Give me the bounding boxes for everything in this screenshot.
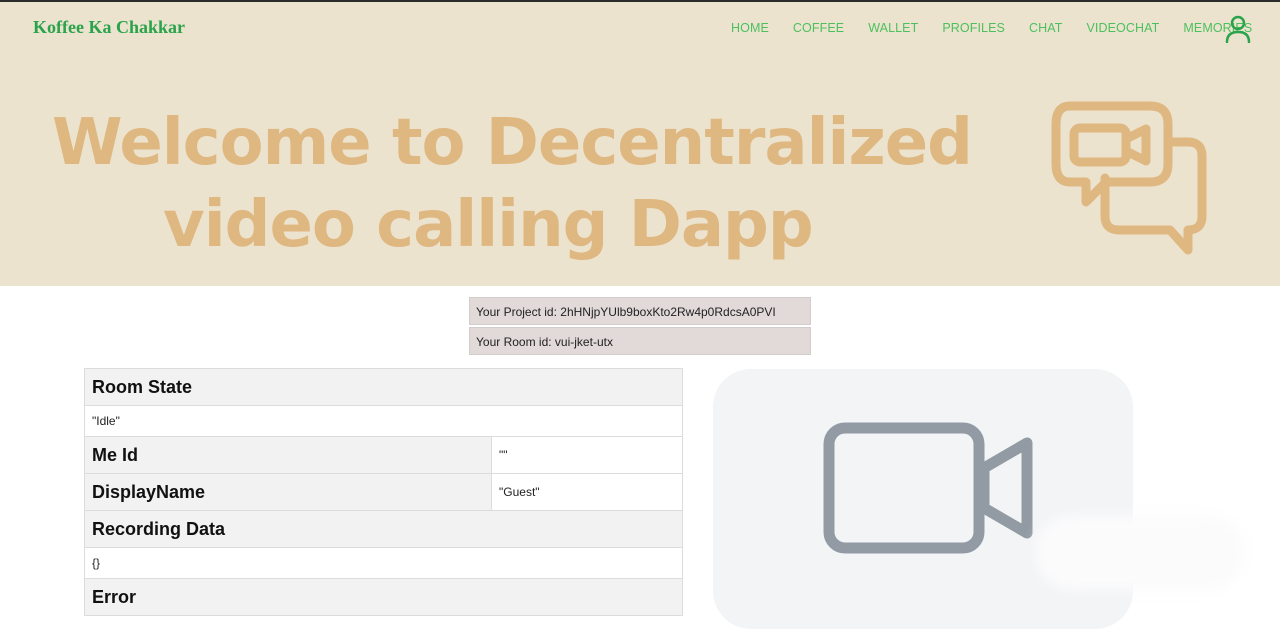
nav-home[interactable]: HOME <box>731 21 769 35</box>
nav-profiles[interactable]: PROFILES <box>942 21 1005 35</box>
display-name-value: "Guest" <box>491 473 683 511</box>
user-icon[interactable] <box>1225 15 1251 43</box>
video-chat-bubble-icon <box>1051 101 1207 255</box>
recording-data-value: {} <box>84 547 683 579</box>
hero-title: Welcome to Decentralized video calling D… <box>0 54 973 286</box>
error-label: Error <box>84 578 683 616</box>
navbar: Koffee Ka Chakkar HOME COFFEE WALLET PRO… <box>0 2 1280 54</box>
nav-wallet[interactable]: WALLET <box>868 21 918 35</box>
room-state-table: Room State "Idle" Me Id "" DisplayName "… <box>84 368 683 616</box>
room-state-value: "Idle" <box>84 405 683 437</box>
hero-title-line-1: Welcome to Decentralized <box>52 106 973 180</box>
video-camera-icon <box>823 422 1033 554</box>
me-id-value: "" <box>491 436 683 474</box>
room-state-label: Room State <box>84 368 683 406</box>
nav-videochat[interactable]: VIDEOCHAT <box>1086 21 1159 35</box>
video-preview[interactable] <box>713 369 1133 629</box>
nav-chat[interactable]: CHAT <box>1029 21 1063 35</box>
session-ids: Your Project id: 2hHNjpYUlb9boxKto2Rw4p0… <box>469 297 811 357</box>
hero-title-line-2: video calling Dapp <box>163 188 814 262</box>
toast-shadow <box>1035 515 1245 590</box>
room-id: Your Room id: vui-jket-utx <box>469 327 811 355</box>
me-id-label: Me Id <box>84 436 492 474</box>
display-name-label: DisplayName <box>84 473 492 511</box>
nav-links: HOME COFFEE WALLET PROFILES CHAT VIDEOCH… <box>731 21 1276 35</box>
recording-data-label: Recording Data <box>84 510 683 548</box>
brand-logo[interactable]: Koffee Ka Chakkar <box>33 17 185 38</box>
nav-coffee[interactable]: COFFEE <box>793 21 844 35</box>
hero-banner: Welcome to Decentralized video calling D… <box>0 54 1280 286</box>
project-id: Your Project id: 2hHNjpYUlb9boxKto2Rw4p0… <box>469 297 811 325</box>
